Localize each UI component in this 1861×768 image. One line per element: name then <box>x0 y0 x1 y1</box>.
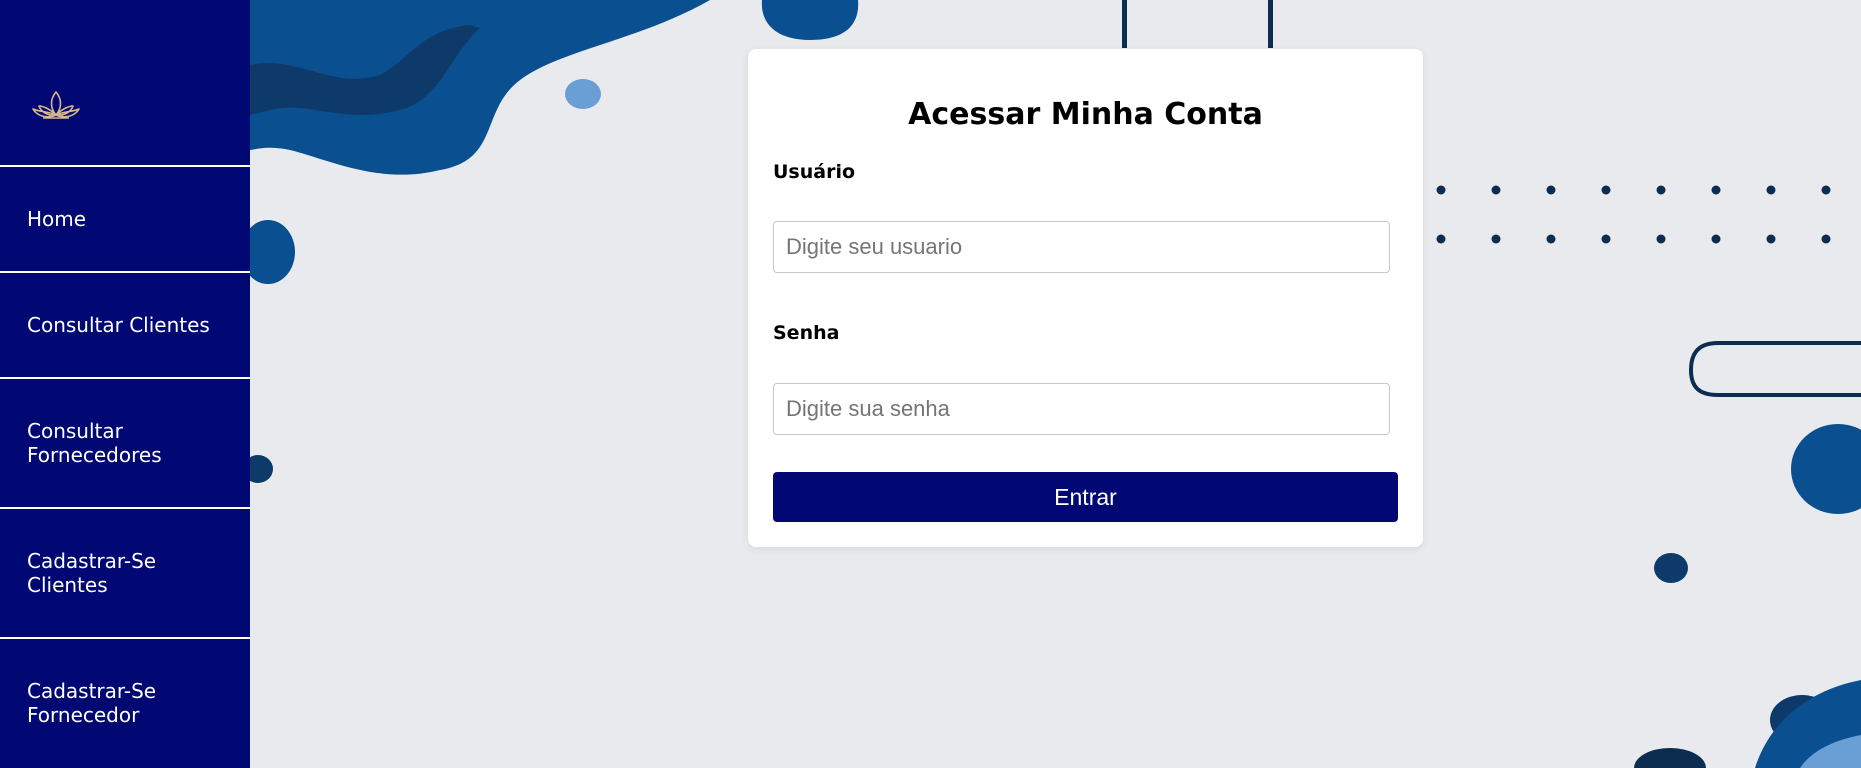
sidebar: Home Consultar Clientes Consultar Fornec… <box>0 0 250 768</box>
decor-blob-top-center <box>761 0 859 40</box>
login-card: Acessar Minha Conta Usuário Senha Entrar <box>748 49 1423 547</box>
logo-area <box>0 0 250 167</box>
sidebar-item-cadastrar-fornecedor[interactable]: Cadastrar-Se Fornecedor <box>0 639 250 766</box>
password-input[interactable] <box>773 383 1390 435</box>
sidebar-item-label: Cadastrar-Se Clientes <box>27 549 157 597</box>
password-label: Senha <box>773 322 840 344</box>
sidebar-item-consultar-clientes[interactable]: Consultar Clientes <box>0 273 250 379</box>
page-title: Acessar Minha Conta <box>908 97 1263 132</box>
username-input[interactable] <box>773 221 1390 273</box>
decor-line-1 <box>1122 0 1127 48</box>
sidebar-item-label: Cadastrar-Se Fornecedor <box>27 678 157 727</box>
sidebar-item-label: Consultar Fornecedores <box>27 419 162 467</box>
sidebar-item-label: Home <box>27 207 87 231</box>
decor-circle-small-right <box>1654 553 1688 583</box>
login-button[interactable]: Entrar <box>773 472 1398 522</box>
decor-circle-right <box>1791 424 1861 514</box>
login-page: Home Consultar Clientes Consultar Fornec… <box>0 0 1861 768</box>
sidebar-item-home[interactable]: Home <box>0 167 250 273</box>
sidebar-item-label: Consultar Clientes <box>27 313 210 337</box>
sidebar-item-consultar-fornecedores[interactable]: Consultar Fornecedores <box>0 379 250 509</box>
sidebar-item-cadastrar-clientes[interactable]: Cadastrar-Se Clientes <box>0 509 250 639</box>
decor-circle-light <box>565 79 601 109</box>
username-label: Usuário <box>773 161 856 183</box>
decor-line-2 <box>1268 0 1273 48</box>
decor-circle-bottom <box>1634 748 1706 768</box>
decor-pill-outline <box>1688 341 1861 397</box>
decor-dot-grid <box>1436 185 1831 244</box>
lotus-icon[interactable] <box>31 88 81 122</box>
